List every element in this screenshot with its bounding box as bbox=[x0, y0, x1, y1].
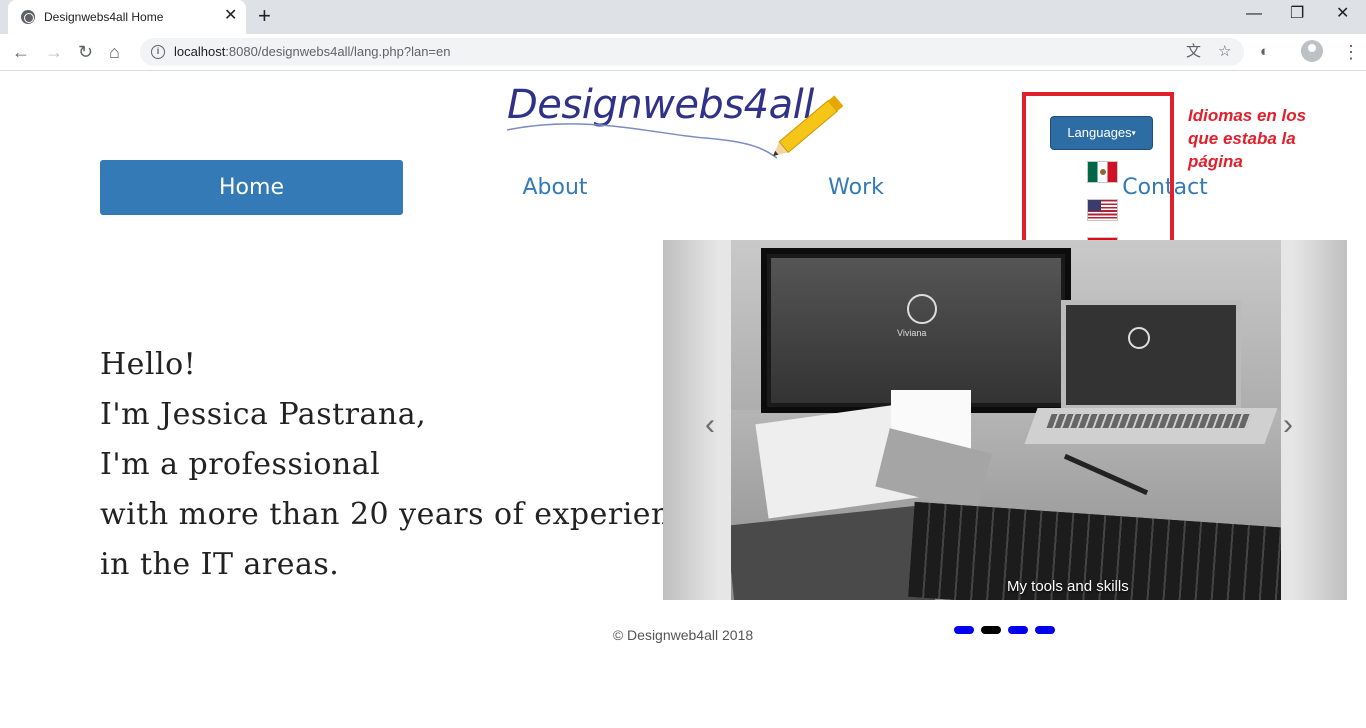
address-bar[interactable]: i localhost:8080/designwebs4all/lang.php… bbox=[140, 38, 1244, 66]
footer-copyright: © Designweb4all 2018 bbox=[612, 627, 754, 643]
nav-work[interactable]: Work bbox=[806, 160, 906, 215]
url-text: localhost:8080/designwebs4all/lang.php?l… bbox=[174, 44, 451, 59]
profile-avatar[interactable] bbox=[1301, 40, 1323, 62]
extension-icon[interactable]: ◐ bbox=[1260, 41, 1269, 63]
image-carousel[interactable]: Viviana My tools and skills ‹ › bbox=[663, 240, 1347, 600]
globe-icon bbox=[21, 10, 35, 24]
home-icon[interactable]: ⌂ bbox=[109, 40, 120, 64]
tab-close-icon[interactable]: ✕ bbox=[224, 7, 237, 25]
carousel-caption: My tools and skills bbox=[1007, 578, 1129, 595]
hero-line: Hello! bbox=[100, 347, 197, 382]
forward-icon[interactable]: → bbox=[45, 40, 63, 64]
translate-icon[interactable]: 文 bbox=[1186, 43, 1201, 61]
tab-title: Designwebs4all Home bbox=[44, 10, 164, 24]
info-icon[interactable]: i bbox=[151, 45, 165, 59]
back-icon[interactable]: ← bbox=[12, 40, 30, 64]
hero-line: in the IT areas. bbox=[100, 547, 340, 582]
star-icon[interactable]: ☆ bbox=[1218, 43, 1231, 61]
screen-username: Viviana bbox=[897, 328, 927, 338]
window-close-icon[interactable]: ✕ bbox=[1336, 4, 1349, 24]
carousel-slide-image: Viviana My tools and skills bbox=[731, 240, 1281, 600]
web-page: Designwebs4all Languages▾ ★ Home About W… bbox=[0, 72, 1366, 728]
new-tab-icon[interactable]: + bbox=[258, 4, 271, 28]
pencil-icon bbox=[506, 95, 844, 159]
hero-line: with more than 20 years of experience bbox=[100, 497, 707, 532]
hero-text: Hello! I'm Jessica Pastrana, I'm a profe… bbox=[100, 340, 707, 590]
browser-tab-strip: Designwebs4all Home ✕ + — ❐ ✕ bbox=[0, 0, 1366, 34]
carousel-next-arrow-icon[interactable]: › bbox=[1283, 408, 1293, 442]
carousel-prev-arrow-icon[interactable]: ‹ bbox=[705, 408, 715, 442]
hero-line: I'm Jessica Pastrana, bbox=[100, 397, 427, 432]
browser-tab[interactable]: Designwebs4all Home ✕ bbox=[8, 0, 246, 34]
nav-home[interactable]: Home bbox=[100, 160, 403, 215]
site-logo[interactable]: Designwebs4all bbox=[505, 78, 865, 164]
annotation-text: Idiomas en los que estaba la página bbox=[1188, 106, 1307, 171]
restore-icon[interactable]: ❐ bbox=[1290, 4, 1304, 24]
monitor-illustration: Viviana bbox=[761, 248, 1071, 413]
browser-toolbar: ← → ↻ ⌂ i localhost:8080/designwebs4all/… bbox=[0, 34, 1366, 71]
minimize-icon[interactable]: — bbox=[1246, 4, 1262, 24]
hero-line: I'm a professional bbox=[100, 447, 381, 482]
nav-about[interactable]: About bbox=[505, 160, 605, 215]
reload-icon[interactable]: ↻ bbox=[78, 40, 93, 64]
menu-icon[interactable]: ⋮ bbox=[1342, 41, 1360, 63]
